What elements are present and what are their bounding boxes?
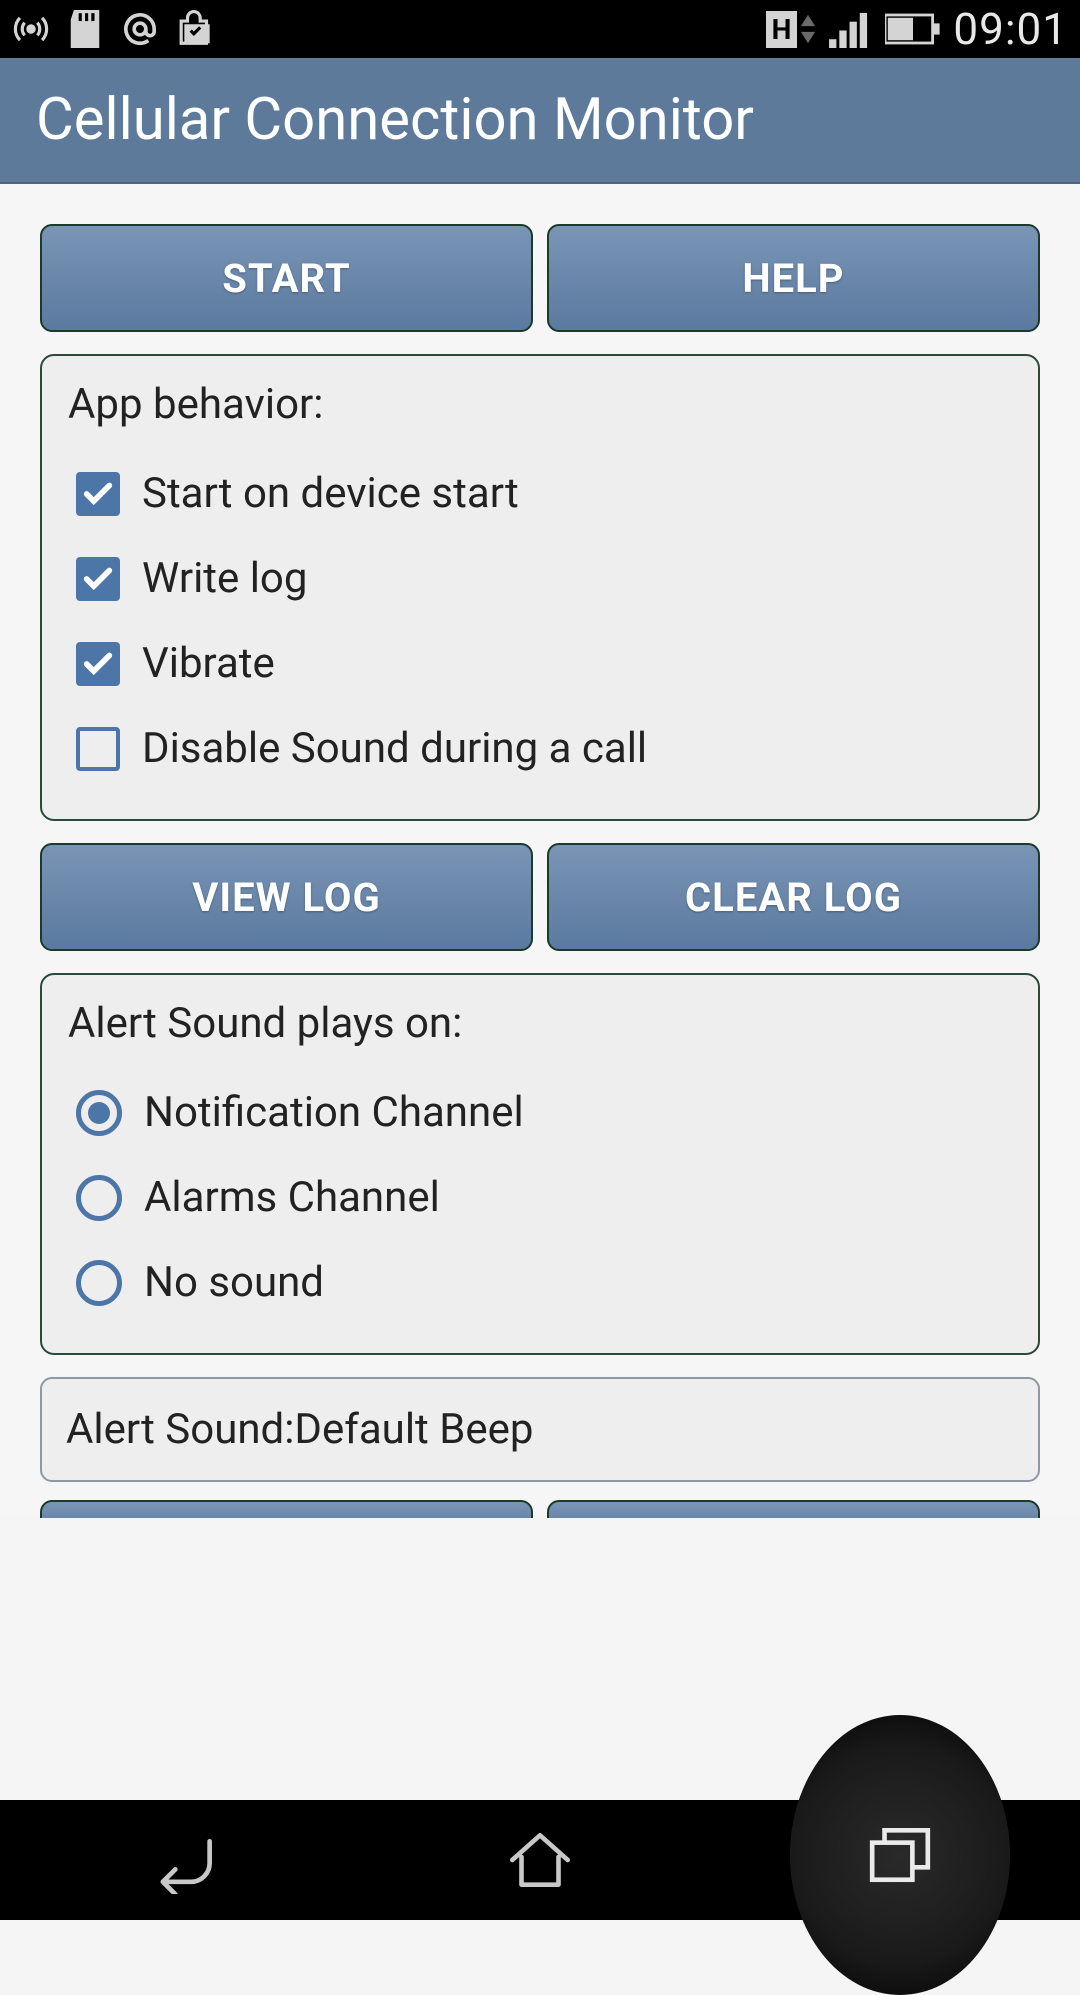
- status-bar: H 09:01: [0, 0, 1080, 58]
- radio-alarms-channel[interactable]: Alarms Channel: [68, 1155, 1012, 1240]
- status-right: H 09:01: [766, 3, 1068, 55]
- alert-sound-label: Alert Sound:Default Beep: [66, 1405, 534, 1454]
- radio-icon: [76, 1175, 122, 1221]
- partial-button-left[interactable]: [40, 1500, 533, 1518]
- recent-apps-button[interactable]: [790, 1800, 1010, 1920]
- view-log-button[interactable]: VIEW LOG: [40, 843, 533, 951]
- radio-label: No sound: [144, 1258, 324, 1307]
- back-button[interactable]: [70, 1800, 290, 1920]
- app-header: Cellular Connection Monitor: [0, 58, 1080, 184]
- start-button[interactable]: START: [40, 224, 533, 332]
- content: START HELP App behavior: Start on device…: [0, 184, 1080, 1518]
- radio-icon: [76, 1260, 122, 1306]
- radio-no-sound[interactable]: No sound: [68, 1240, 1012, 1325]
- network-type-icon: H: [766, 11, 818, 48]
- checkbox-disable-sound-during-call[interactable]: Disable Sound during a call: [68, 706, 1012, 791]
- home-button[interactable]: [430, 1800, 650, 1920]
- checkbox-label: Vibrate: [142, 639, 275, 688]
- antenna-icon: [12, 10, 50, 48]
- alert-channel-panel: Alert Sound plays on: Notification Chann…: [40, 973, 1040, 1355]
- alert-sound-selector[interactable]: Alert Sound:Default Beep: [40, 1377, 1040, 1482]
- checkbox-label: Disable Sound during a call: [142, 724, 647, 773]
- checkbox-label: Start on device start: [142, 469, 519, 518]
- status-left: [12, 9, 216, 49]
- radio-notification-channel[interactable]: Notification Channel: [68, 1070, 1012, 1155]
- shopping-bag-icon: [178, 10, 216, 48]
- radio-label: Alarms Channel: [144, 1173, 440, 1222]
- sd-card-icon: [68, 10, 102, 48]
- clock: 09:01: [953, 3, 1068, 55]
- checkbox-icon: [76, 557, 120, 601]
- radio-label: Notification Channel: [144, 1088, 524, 1137]
- clear-log-button[interactable]: CLEAR LOG: [547, 843, 1040, 951]
- checkbox-write-log[interactable]: Write log: [68, 536, 1012, 621]
- app-behavior-title: App behavior:: [68, 380, 1012, 429]
- top-button-row: START HELP: [40, 224, 1040, 332]
- navigation-bar: [0, 1800, 1080, 1920]
- signal-icon: [829, 10, 873, 48]
- partial-button-row: [40, 1500, 1040, 1518]
- at-sign-icon: [120, 9, 160, 49]
- checkbox-icon: [76, 727, 120, 771]
- log-button-row: VIEW LOG CLEAR LOG: [40, 843, 1040, 951]
- alert-channel-title: Alert Sound plays on:: [68, 999, 1012, 1048]
- checkbox-vibrate[interactable]: Vibrate: [68, 621, 1012, 706]
- checkbox-icon: [76, 642, 120, 686]
- radio-icon: [76, 1090, 122, 1136]
- partial-button-right[interactable]: [547, 1500, 1040, 1518]
- page-title: Cellular Connection Monitor: [36, 86, 754, 154]
- battery-icon: [885, 12, 941, 46]
- help-button[interactable]: HELP: [547, 224, 1040, 332]
- checkbox-start-on-device-start[interactable]: Start on device start: [68, 451, 1012, 536]
- checkbox-label: Write log: [142, 554, 307, 603]
- app-behavior-panel: App behavior: Start on device start Writ…: [40, 354, 1040, 821]
- checkbox-icon: [76, 472, 120, 516]
